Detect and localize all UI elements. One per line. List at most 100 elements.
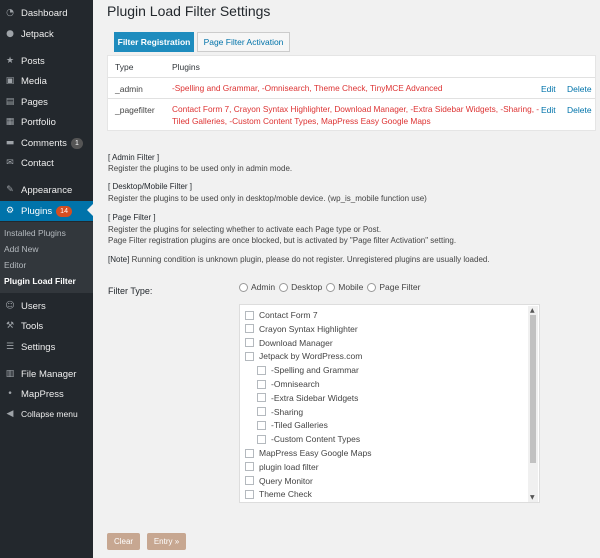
checkbox[interactable] xyxy=(257,365,266,375)
plugin-checkbox-item[interactable]: Jetpack by WordPress.com xyxy=(245,351,362,361)
checkbox[interactable] xyxy=(245,462,254,472)
sidebar-item-appearance[interactable]: ✎ Appearance xyxy=(0,180,93,200)
checkbox[interactable] xyxy=(245,310,254,320)
plugin-checkbox-item[interactable]: Crayon Syntax Highlighter xyxy=(245,324,358,334)
pages-icon: ▤ xyxy=(5,97,15,107)
sidebar-item-settings[interactable]: ☰ Settings xyxy=(0,337,93,357)
sidebar-item-pages[interactable]: ▤ Pages xyxy=(0,92,93,112)
count-badge: 1 xyxy=(70,137,83,149)
checkbox[interactable] xyxy=(257,407,266,417)
checkbox[interactable] xyxy=(257,434,266,444)
page-filter-desc-2: Page Filter registration plugins are onc… xyxy=(108,236,457,245)
sidebar-item-label: MapPress xyxy=(21,388,64,400)
sidebar-item-label: File Manager xyxy=(21,368,77,380)
tab-filter-registration[interactable]: Filter Registration xyxy=(114,32,194,52)
checkbox[interactable] xyxy=(245,351,254,361)
plugin-checkbox-item[interactable]: Contact Form 7 xyxy=(245,310,318,320)
radio-circle[interactable] xyxy=(279,282,289,292)
filter-radio-admin[interactable]: Admin xyxy=(239,282,275,292)
row-pagefilter-type: _pagefilter xyxy=(115,105,155,115)
delete-pagefilter-link[interactable]: Delete xyxy=(567,105,592,115)
checkbox-label: plugin load filter xyxy=(259,461,319,472)
plugin-checkbox-item[interactable]: -Tiled Galleries xyxy=(257,420,328,430)
sidebar-item-tools[interactable]: ⚒ Tools xyxy=(0,316,93,336)
sidebar-item-plugins[interactable]: ⚙ Plugins 14 xyxy=(0,201,93,221)
jetpack-icon: ● xyxy=(6,29,14,39)
checkbox[interactable] xyxy=(257,393,266,403)
checkbox[interactable] xyxy=(257,379,266,389)
sidebar-item-label: Settings xyxy=(21,341,56,353)
plugin-checkbox-item[interactable]: MapPress Easy Google Maps xyxy=(245,448,371,458)
edit-admin-link[interactable]: Edit xyxy=(541,84,556,94)
radio-circle[interactable] xyxy=(239,282,248,292)
submenu-item-installed-plugins[interactable]: Installed Plugins xyxy=(4,228,66,238)
checkbox-label: -Omnisearch xyxy=(271,379,320,389)
plugin-checkbox-item[interactable]: -Custom Content Types xyxy=(257,434,360,444)
admin-filter-desc: Register the plugins to be used only in … xyxy=(108,164,293,173)
row-divider xyxy=(108,77,595,78)
desktop-filter-title: [ Desktop/Mobile Filter ] xyxy=(108,182,193,191)
plugin-checkbox-item[interactable]: -Omnisearch xyxy=(257,379,320,389)
checkbox-label: Crayon Syntax Highlighter xyxy=(259,323,358,334)
submenu-item-plugin-load-filter[interactable]: Plugin Load Filter xyxy=(4,276,76,286)
submenu-item-add-new[interactable]: Add New xyxy=(4,244,39,254)
filter-radio-desktop[interactable]: Desktop xyxy=(279,282,322,292)
pin-icon: ★ xyxy=(5,56,15,66)
sidebar-item-contact[interactable]: ✉ Contact xyxy=(0,153,93,173)
clear-button[interactable]: Clear xyxy=(107,533,140,550)
media-icon: ▣ xyxy=(5,76,15,86)
submenu-item-editor[interactable]: Editor xyxy=(4,260,26,270)
checkbox[interactable] xyxy=(245,489,254,499)
entry-button[interactable]: Entry » xyxy=(147,533,186,550)
contact-icon: ✉ xyxy=(6,158,14,168)
plugin-checkbox-item[interactable]: Theme Check xyxy=(245,489,312,499)
checkbox[interactable] xyxy=(245,338,254,348)
scroll-up-icon[interactable]: ▲ xyxy=(530,307,535,314)
sidebar-item-media[interactable]: ▣ Media xyxy=(0,71,93,91)
list-scrollbar[interactable]: ▲ ▼ xyxy=(528,306,538,502)
sidebar-item-label: Appearance xyxy=(21,184,73,196)
sidebar-item-portfolio[interactable]: ▦ Portfolio xyxy=(0,112,93,132)
plugin-checkbox-item[interactable]: Download Manager xyxy=(245,338,333,348)
column-header-plugins: Plugins xyxy=(172,62,200,72)
scroll-down-icon[interactable]: ▼ xyxy=(530,494,535,501)
collapse-icon: ◀ xyxy=(6,409,14,419)
edit-pagefilter-link[interactable]: Edit xyxy=(541,105,556,115)
checkbox-label: -Tiled Galleries xyxy=(271,420,328,431)
checkbox-label: -Spelling and Grammar xyxy=(271,365,359,376)
file-manager-icon: ▥ xyxy=(5,369,15,379)
checkbox[interactable] xyxy=(245,448,254,458)
filter-radio-page-filter[interactable]: Page Filter xyxy=(367,282,420,292)
sidebar-item-posts[interactable]: ★ Posts xyxy=(0,51,93,71)
radio-circle[interactable] xyxy=(326,282,336,292)
plugin-checkbox-item[interactable]: Query Monitor xyxy=(245,476,313,486)
admin-filter-title: [ Admin Filter ] xyxy=(108,153,160,162)
plugin-checkbox-item[interactable]: plugin load filter xyxy=(245,462,319,472)
sidebar-item-file-manager[interactable]: ▥ File Manager xyxy=(0,364,93,384)
sidebar-item-jetpack[interactable]: ● Jetpack xyxy=(0,24,93,44)
sidebar-item-users[interactable]: ☺ Users xyxy=(0,296,93,316)
checkbox[interactable] xyxy=(245,476,254,486)
sidebar-item-label: Collapse menu xyxy=(21,409,78,419)
sidebar-item-mappress[interactable]: • MapPress xyxy=(0,384,93,404)
sidebar-item-collapse-menu[interactable]: ◀ Collapse menu xyxy=(0,404,93,424)
appearance-icon: ✎ xyxy=(6,185,14,195)
radio-label: Admin xyxy=(251,282,276,292)
plugin-checkbox-item[interactable]: -Sharing xyxy=(257,407,303,417)
sidebar-item-label: Jetpack xyxy=(21,28,54,40)
tab-page-filter-activation[interactable]: Page Filter Activation xyxy=(197,32,290,52)
scroll-thumb[interactable] xyxy=(530,315,536,463)
checkbox[interactable] xyxy=(257,420,266,430)
sidebar-item-label: Plugins xyxy=(21,205,53,217)
sidebar-item-dashboard[interactable]: ◔ Dashboard xyxy=(0,3,93,23)
filter-type-radio-group: Admin Desktop Mobile Page Filter xyxy=(239,282,424,292)
radio-circle[interactable] xyxy=(367,282,377,292)
plugin-checkbox-item[interactable]: -Spelling and Grammar xyxy=(257,365,359,375)
plugin-checkbox-list[interactable]: Contact Form 7 Crayon Syntax Highlighter D… xyxy=(239,304,540,503)
delete-admin-link[interactable]: Delete xyxy=(567,84,592,94)
checkbox[interactable] xyxy=(245,324,254,334)
filter-radio-mobile[interactable]: Mobile xyxy=(326,282,363,292)
plugin-checkbox-item[interactable]: -Extra Sidebar Widgets xyxy=(257,393,358,403)
sidebar-item-comments[interactable]: ▬ Comments 1 xyxy=(0,133,93,153)
mappress-icon: • xyxy=(7,389,13,399)
